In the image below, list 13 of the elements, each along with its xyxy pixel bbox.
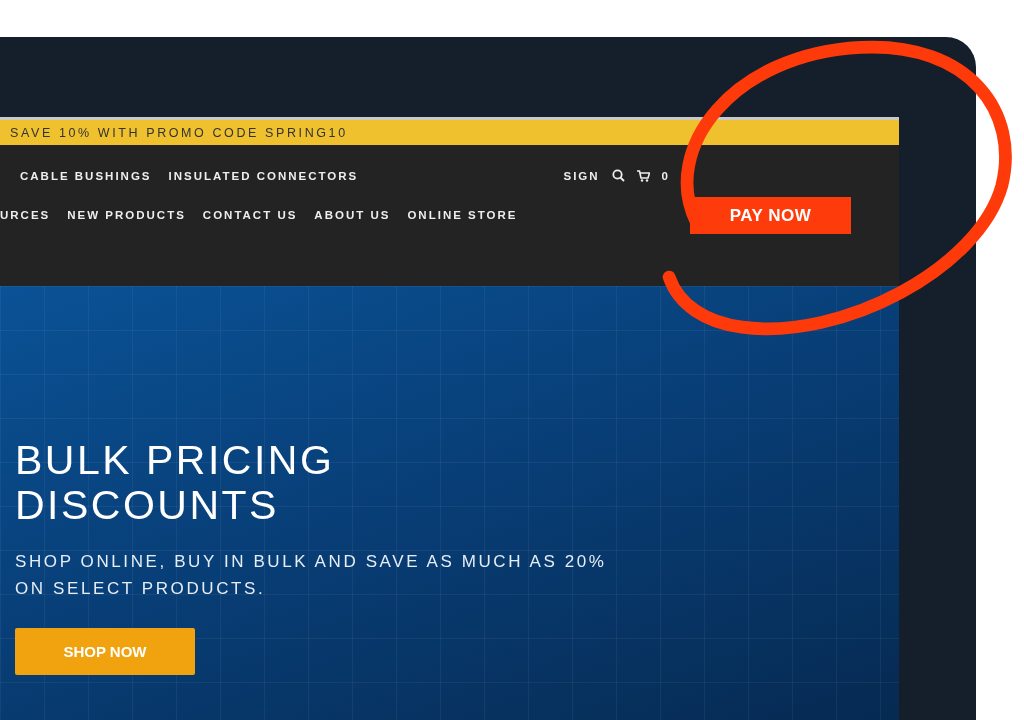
hero-subtitle: SHOP ONLINE, BUY IN BULK AND SAVE AS MUCH AS 20% ON SELECT PRODUCTS. (15, 551, 608, 600)
nav-link[interactable]: INSULATED CONNECTORS (168, 169, 359, 182)
nav-link[interactable]: CABLE BUSHINGS (20, 169, 152, 182)
cart-count[interactable]: 0 (661, 169, 670, 182)
nav-link[interactable]: CONTACT US (202, 209, 298, 221)
nav-link[interactable]: ABOUT US (314, 209, 391, 221)
pay-now-button[interactable]: PAY NOW (690, 197, 851, 234)
nav-link[interactable]: URCES (0, 209, 51, 221)
nav-link[interactable]: ONLINE STORE (407, 209, 518, 221)
hero-title: BULK PRICING DISCOUNTS (15, 438, 336, 528)
promo-text: SAVE 10% WITH PROMO CODE SPRING10 (10, 125, 348, 140)
nav-link[interactable]: NEW PRODUCTS (67, 209, 186, 221)
sign-in-link[interactable]: SIGN (563, 169, 600, 182)
